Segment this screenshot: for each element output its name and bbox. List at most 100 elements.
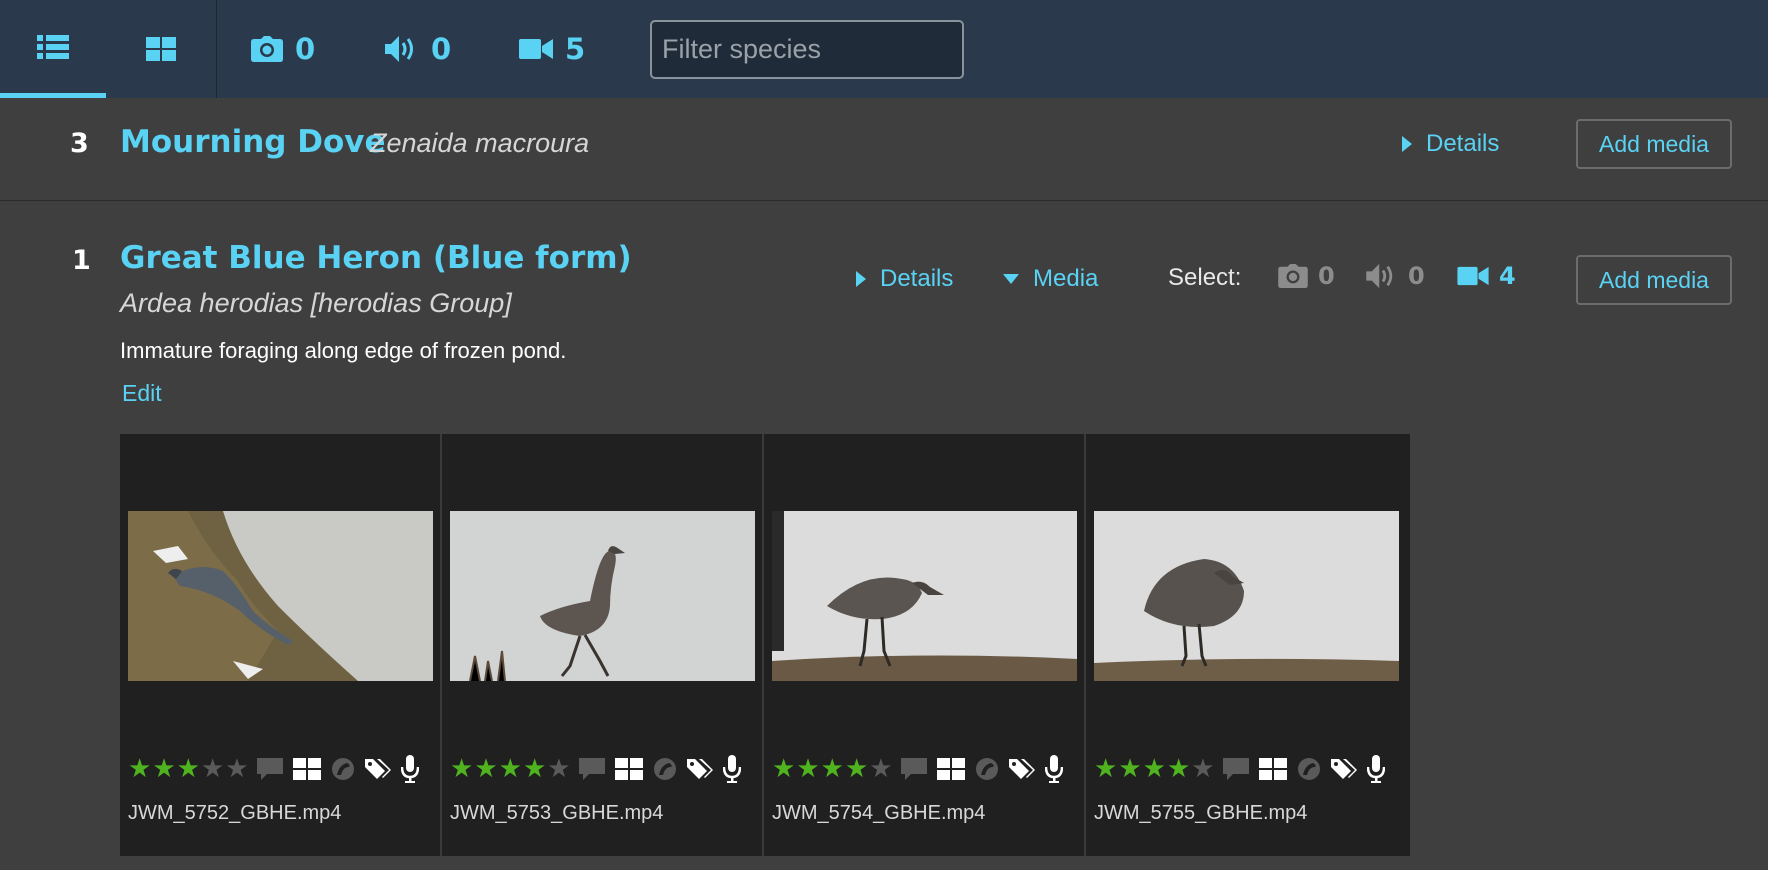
top-toolbar: 0 0 5 [0, 0, 1768, 98]
video-thumbnail[interactable] [772, 511, 1077, 681]
list-view-button[interactable] [0, 0, 106, 98]
add-media-button[interactable]: Add media [1576, 119, 1732, 169]
comment-icon[interactable] [578, 758, 605, 780]
grid-view-button[interactable] [106, 0, 216, 98]
star-filled-icon[interactable]: ★ [1143, 756, 1166, 782]
star-filled-icon[interactable]: ★ [152, 756, 175, 782]
media-controls: ★ ★ ★ ★ ★ [772, 754, 1082, 784]
video-thumbnail[interactable] [1094, 511, 1399, 681]
star-empty-icon[interactable]: ★ [1191, 756, 1214, 782]
star-empty-icon[interactable]: ★ [869, 756, 892, 782]
star-empty-icon[interactable]: ★ [201, 756, 224, 782]
microphone-icon[interactable] [400, 755, 419, 783]
caret-down-icon [1003, 274, 1019, 284]
speaker-icon [1366, 263, 1393, 289]
select-video-button[interactable]: 4 [1457, 262, 1516, 290]
species-scientific-name: Ardea herodias [herodias Group] [120, 288, 512, 318]
tags-icon[interactable] [1330, 757, 1357, 781]
star-filled-icon[interactable]: ★ [523, 756, 546, 782]
select-video-count: 4 [1499, 262, 1516, 290]
star-empty-icon[interactable]: ★ [547, 756, 570, 782]
star-filled-icon[interactable]: ★ [474, 756, 497, 782]
details-label: Details [1426, 130, 1500, 157]
grid-icon[interactable] [614, 758, 643, 780]
details-toggle[interactable]: Details [1402, 130, 1499, 158]
macaulay-logo-icon[interactable] [331, 757, 355, 781]
video-camera-icon [1457, 266, 1489, 286]
star-rating[interactable]: ★ ★ ★ ★ ★ [772, 756, 893, 782]
macaulay-logo-icon[interactable] [975, 757, 999, 781]
media-grid: ★ ★ ★ ★ ★ JWM_5752_GBHE.mp4 ★ ★ ★ ★ ★ JW… [120, 434, 1410, 856]
details-label: Details [880, 265, 954, 292]
star-filled-icon[interactable]: ★ [177, 756, 200, 782]
star-filled-icon[interactable]: ★ [1118, 756, 1141, 782]
star-filled-icon[interactable]: ★ [1094, 756, 1117, 782]
star-rating[interactable]: ★ ★ ★ ★ ★ [450, 756, 571, 782]
star-filled-icon[interactable]: ★ [772, 756, 795, 782]
video-thumbnail[interactable] [128, 511, 433, 681]
species-common-name[interactable]: Mourning Dove [120, 124, 386, 160]
media-controls: ★ ★ ★ ★ ★ [128, 754, 438, 784]
camera-icon [1278, 264, 1308, 288]
details-toggle[interactable]: Details [856, 265, 953, 293]
video-thumbnail[interactable] [450, 511, 755, 681]
media-card: ★ ★ ★ ★ ★ JWM_5755_GBHE.mp4 [1086, 434, 1410, 856]
star-filled-icon[interactable]: ★ [821, 756, 844, 782]
star-filled-icon[interactable]: ★ [796, 756, 819, 782]
audio-filter-button[interactable]: 0 [385, 0, 451, 98]
media-filename: JWM_5755_GBHE.mp4 [1094, 802, 1308, 824]
microphone-icon[interactable] [1044, 755, 1063, 783]
media-filename: JWM_5753_GBHE.mp4 [450, 802, 664, 824]
photo-count: 0 [295, 32, 316, 66]
grid-icon[interactable] [1258, 758, 1287, 780]
microphone-icon[interactable] [1366, 755, 1385, 783]
tags-icon[interactable] [1008, 757, 1035, 781]
speaker-icon [385, 36, 413, 62]
select-photo-button[interactable]: 0 [1278, 262, 1335, 290]
microphone-icon[interactable] [722, 755, 741, 783]
macaulay-logo-icon[interactable] [653, 757, 677, 781]
media-controls: ★ ★ ★ ★ ★ [450, 754, 760, 784]
macaulay-logo-icon[interactable] [1297, 757, 1321, 781]
select-audio-count: 0 [1408, 262, 1425, 290]
edit-comment-link[interactable]: Edit [122, 380, 162, 407]
tags-icon[interactable] [686, 757, 713, 781]
photo-filter-button[interactable]: 0 [251, 0, 315, 98]
caret-right-icon [1402, 136, 1412, 152]
media-card: ★ ★ ★ ★ ★ JWM_5752_GBHE.mp4 [120, 434, 442, 856]
star-filled-icon[interactable]: ★ [499, 756, 522, 782]
video-count: 5 [565, 32, 586, 66]
star-filled-icon[interactable]: ★ [1167, 756, 1190, 782]
select-audio-button[interactable]: 0 [1366, 262, 1425, 290]
grid-icon[interactable] [936, 758, 965, 780]
add-media-button[interactable]: Add media [1576, 255, 1732, 305]
list-icon [37, 34, 69, 59]
tags-icon[interactable] [364, 757, 391, 781]
filter-species-input[interactable] [650, 20, 964, 79]
audio-count: 0 [431, 32, 452, 66]
star-filled-icon[interactable]: ★ [845, 756, 868, 782]
species-common-name[interactable]: Great Blue Heron (Blue form) [120, 240, 632, 276]
star-rating[interactable]: ★ ★ ★ ★ ★ [128, 756, 249, 782]
media-label: Media [1033, 265, 1099, 292]
camera-icon [251, 36, 283, 62]
star-filled-icon[interactable]: ★ [128, 756, 151, 782]
comment-icon[interactable] [256, 758, 283, 780]
media-card: ★ ★ ★ ★ ★ JWM_5754_GBHE.mp4 [764, 434, 1086, 856]
comment-icon[interactable] [1222, 758, 1249, 780]
video-filter-button[interactable]: 5 [519, 0, 585, 98]
media-toggle[interactable]: Media [1003, 265, 1098, 293]
star-empty-icon[interactable]: ★ [225, 756, 248, 782]
star-rating[interactable]: ★ ★ ★ ★ ★ [1094, 756, 1215, 782]
media-filename: JWM_5752_GBHE.mp4 [128, 802, 342, 824]
select-photo-count: 0 [1318, 262, 1335, 290]
grid-icon[interactable] [292, 758, 321, 780]
species-scientific-name: Zenaida macroura [370, 128, 590, 158]
comment-icon[interactable] [900, 758, 927, 780]
species-count: 3 [70, 128, 89, 159]
media-filename: JWM_5754_GBHE.mp4 [772, 802, 986, 824]
toolbar-divider [216, 0, 217, 98]
species-comment: Immature foraging along edge of frozen p… [120, 338, 567, 363]
star-filled-icon[interactable]: ★ [450, 756, 473, 782]
caret-right-icon [856, 271, 866, 287]
